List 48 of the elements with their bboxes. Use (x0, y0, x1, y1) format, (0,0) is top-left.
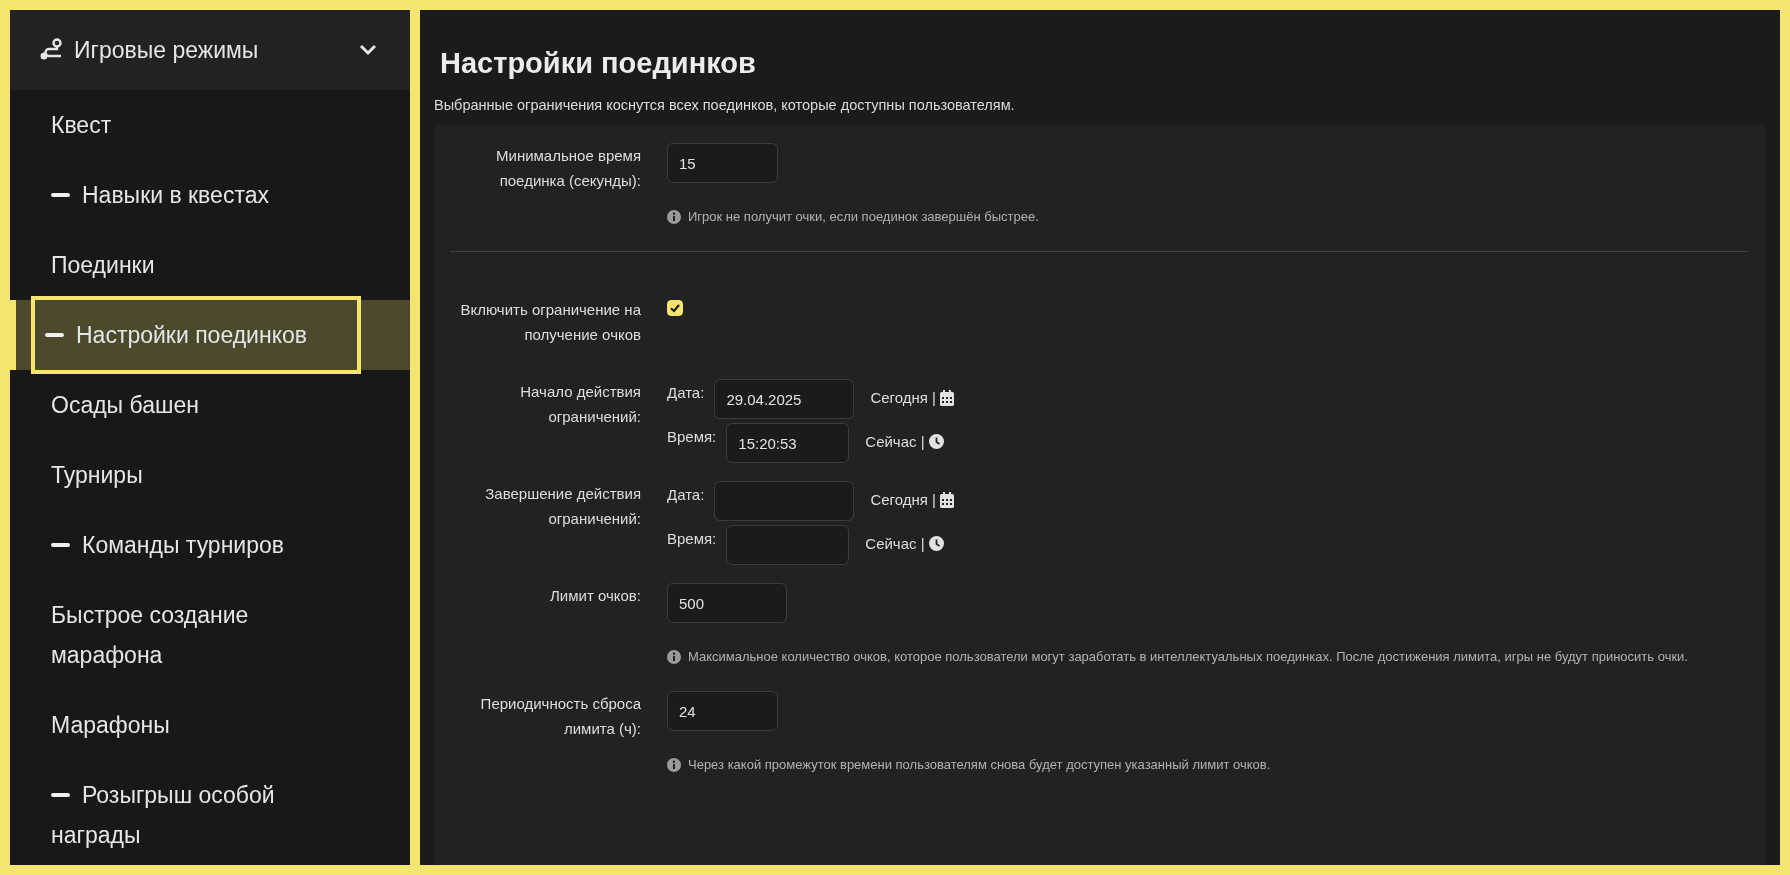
date-input[interactable] (714, 481, 855, 521)
dash-icon (51, 792, 70, 797)
nav-group-header[interactable]: Игровые режимы (10, 10, 410, 90)
field-label: Начало действия ограничений: (519, 382, 641, 427)
nav-item[interactable]: Настройки поединков (31, 296, 361, 374)
field-label: Минимальное время поединка (секунды): (495, 146, 641, 191)
number-input[interactable]: 15 (667, 143, 778, 183)
nav-item[interactable]: Розыгрыш особой награды (51, 760, 351, 865)
hint-text: Максимальное количество очков, которое пользователи могут заработать в интеллектуальных поединках. После достижения лимита, игры не будут приносить очки. (688, 648, 1688, 666)
hint-text: Через какой промежуток времени пользователям снова будет доступен указанный лимит очков. (688, 756, 1271, 774)
nav-item[interactable]: Команды турниров (51, 510, 351, 580)
now-link[interactable]: Сейчас | (865, 535, 925, 552)
field-label: Завершение действия ограничений: (484, 484, 641, 529)
field-label: Лимит очков: (549, 586, 641, 606)
nav-item[interactable]: Турниры (51, 440, 351, 510)
calendar-icon[interactable] (939, 389, 954, 406)
nav-item[interactable]: Марафоны (51, 690, 351, 760)
date-input[interactable]: 29.04.2025 (714, 379, 855, 419)
clock-icon[interactable] (928, 434, 944, 449)
nav-item[interactable]: Быстрое создание марафона (51, 580, 351, 690)
clock-icon[interactable] (928, 536, 944, 551)
info-icon (667, 650, 681, 664)
dash-icon (51, 192, 70, 197)
info-icon (667, 758, 681, 772)
time-input[interactable] (726, 525, 850, 565)
checkbox[interactable] (667, 300, 683, 316)
dash-icon (51, 542, 70, 547)
field-label: Время: (667, 529, 717, 549)
info-icon (667, 210, 681, 224)
field-label: Включить ограничение на получение очков (459, 300, 641, 345)
nav-item[interactable]: Квест (51, 90, 351, 160)
field-label: Периодичность сброса лимита (ч): (479, 694, 641, 739)
today-link[interactable]: Сегодня | (870, 491, 936, 508)
dash-icon (45, 332, 64, 337)
field-label: Дата: (667, 485, 705, 505)
page-description: Выбранные ограничения коснутся всех поединков, которые доступны пользователям. (434, 97, 1016, 113)
time-input[interactable]: 15:20:53 (726, 423, 850, 463)
number-input[interactable]: 500 (667, 583, 787, 623)
calendar-icon[interactable] (939, 491, 954, 508)
today-link[interactable]: Сегодня | (870, 389, 936, 406)
field-label: Дата: (667, 383, 705, 403)
nav-group-title: Игровые режимы (74, 36, 260, 64)
number-input[interactable]: 24 (667, 691, 778, 731)
page-title: Настройки поединков (440, 46, 757, 81)
nav-item[interactable]: Навыки в квестах (51, 160, 351, 230)
now-link[interactable]: Сейчас | (865, 433, 925, 450)
hint-text: Игрок не получит очки, если поединок завершён быстрее. (688, 208, 1039, 226)
field-label: Время: (667, 427, 717, 447)
